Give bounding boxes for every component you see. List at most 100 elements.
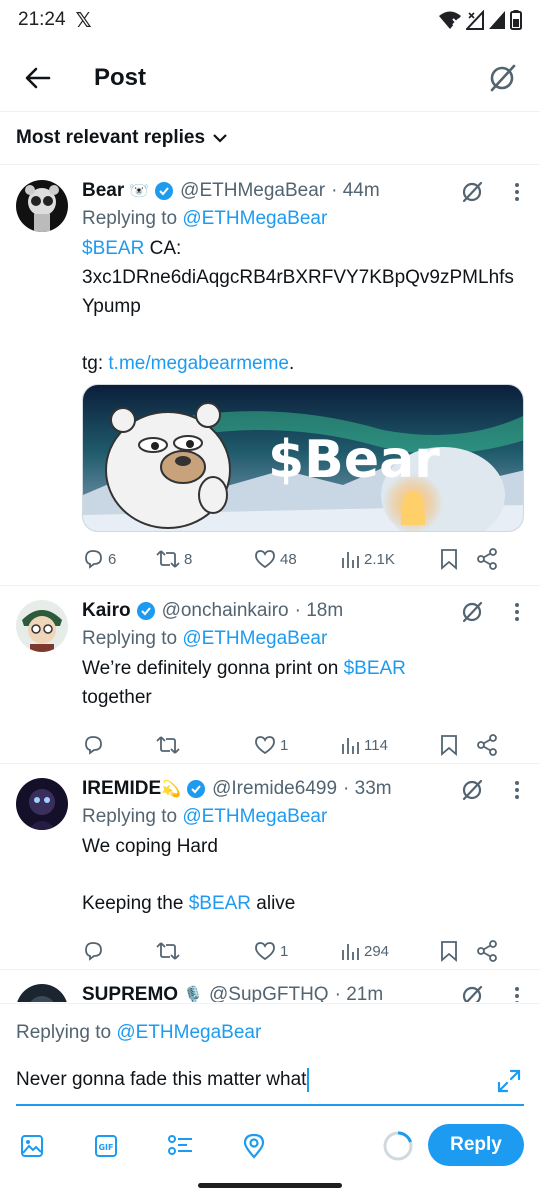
bookmark-button[interactable]	[440, 940, 476, 962]
cashtag-link[interactable]: $BEAR	[189, 893, 251, 914]
tweet-item[interactable]: IREMIDE 💫 @Iremide6499 · 33m Replying to…	[0, 764, 540, 970]
retweet-button[interactable]	[156, 940, 254, 962]
expand-button[interactable]	[496, 1068, 522, 1099]
share-icon	[477, 548, 497, 570]
analytics-icon	[342, 738, 359, 754]
more-options-icon[interactable]	[514, 780, 520, 800]
gif-button[interactable]: GIF	[88, 1128, 124, 1164]
replying-to-link[interactable]: @ETHMegaBear	[182, 628, 327, 649]
signal-x-icon	[466, 10, 484, 30]
verified-badge-icon	[154, 181, 174, 201]
tweet-time: · 33m	[343, 778, 392, 799]
home-indicator[interactable]	[198, 1183, 342, 1188]
location-icon	[243, 1133, 265, 1159]
author-name[interactable]: Kairo	[82, 600, 131, 622]
retweet-button[interactable]: 8	[156, 548, 254, 570]
reply-icon	[85, 942, 102, 961]
reply-submit-button[interactable]: Reply	[428, 1124, 524, 1166]
more-options-icon[interactable]	[514, 602, 520, 622]
reply-button[interactable]	[82, 734, 156, 756]
share-button[interactable]	[476, 734, 498, 756]
reply-input[interactable]: Never gonna fade this matter what	[16, 1068, 486, 1092]
reply-icon	[85, 736, 102, 755]
reply-button[interactable]: 6	[82, 548, 156, 570]
like-button[interactable]: 1	[254, 941, 340, 961]
tweet-item[interactable]: Kairo @onchainkairo · 18m Replying to @E…	[0, 586, 540, 764]
views-button[interactable]: 114	[340, 735, 440, 755]
tweet-head-actions	[460, 600, 520, 624]
x-logo-icon: 𝕏	[75, 9, 92, 32]
retweet-button[interactable]	[156, 734, 254, 756]
replying-to: Replying to @ETHMegaBear	[82, 628, 328, 649]
status-time: 21:24	[18, 9, 66, 30]
character-count-ring	[383, 1131, 413, 1161]
grok-icon	[490, 64, 516, 91]
tweet-text: $BEAR CA: 3xc1DRne6diAqgcRB4rBXRFVY7KBpQ…	[82, 238, 514, 374]
image-button[interactable]	[14, 1128, 50, 1164]
replying-to-link[interactable]: @ETHMegaBear	[182, 806, 327, 827]
share-button[interactable]	[476, 940, 498, 962]
poll-button[interactable]	[162, 1128, 198, 1164]
reply-feed: Bear 🐻‍❄️ @ETHMegaBear · 44m Replying to…	[0, 166, 540, 1002]
like-button[interactable]: 48	[254, 549, 340, 569]
views-button[interactable]: 2.1K	[340, 549, 440, 569]
composer-replying-link[interactable]: @ETHMegaBear	[116, 1022, 261, 1043]
grok-icon[interactable]	[460, 180, 484, 204]
tweet-text: We’re definitely gonna print on $BEAR to…	[82, 658, 406, 708]
tg-link[interactable]: t.me/megabearmeme	[108, 353, 289, 374]
heart-icon	[255, 550, 275, 569]
author-name[interactable]: SUPREMO	[82, 984, 178, 1002]
share-button[interactable]	[476, 548, 498, 570]
avatar[interactable]	[16, 778, 68, 830]
tweet-item[interactable]: Bear 🐻‍❄️ @ETHMegaBear · 44m Replying to…	[0, 166, 540, 586]
svg-text:GIF: GIF	[98, 1143, 113, 1152]
cashtag-link[interactable]: $BEAR	[82, 238, 144, 259]
battery-icon	[510, 10, 522, 30]
bookmark-icon	[441, 735, 457, 756]
retweet-icon	[156, 550, 180, 568]
author-handle[interactable]: @Iremide6499	[212, 778, 337, 800]
grok-icon[interactable]	[460, 600, 484, 624]
grok-icon[interactable]	[460, 778, 484, 802]
reply-button[interactable]	[82, 940, 156, 962]
media-text: $Bear	[268, 430, 440, 490]
poll-icon	[168, 1135, 192, 1155]
bookmark-button[interactable]	[440, 548, 476, 570]
avatar[interactable]	[16, 180, 68, 232]
tweet-time: · 18m	[294, 600, 344, 621]
arrow-left-icon	[25, 67, 51, 88]
avatar[interactable]	[16, 984, 68, 1002]
top-bar: Post	[0, 44, 540, 112]
tweet-time: · 21m	[334, 984, 384, 1002]
avatar[interactable]	[16, 600, 68, 652]
composer-toolbar: GIF Reply	[0, 1122, 540, 1170]
more-options-icon[interactable]	[514, 986, 520, 1002]
retweet-icon	[156, 942, 180, 960]
verified-badge-icon	[186, 779, 206, 799]
sort-dropdown[interactable]: Most relevant replies	[0, 112, 540, 165]
wifi-x-icon	[439, 11, 461, 29]
grok-icon[interactable]	[460, 984, 484, 1002]
cashtag-link[interactable]: $BEAR	[344, 658, 406, 679]
tweet-media-image[interactable]: $Bear	[82, 384, 524, 532]
author-handle[interactable]: @SupGFTHQ	[209, 984, 329, 1002]
author-handle[interactable]: @onchainkairo	[162, 600, 289, 622]
views-button[interactable]: 294	[340, 941, 440, 961]
author-handle[interactable]: @ETHMegaBear	[180, 180, 325, 202]
verified-badge-icon	[136, 601, 156, 621]
more-options-icon[interactable]	[514, 182, 520, 202]
author-name[interactable]: Bear	[82, 180, 124, 202]
bookmark-button[interactable]	[440, 734, 476, 756]
replying-to-link[interactable]: @ETHMegaBear	[182, 208, 327, 229]
heart-icon	[255, 736, 275, 755]
location-button[interactable]	[236, 1128, 272, 1164]
grok-button[interactable]	[480, 56, 524, 100]
back-button[interactable]	[16, 56, 60, 100]
analytics-icon	[342, 552, 359, 568]
tweet-text: We coping Hard Keeping the $BEAR alive	[82, 836, 296, 914]
replying-to: Replying to @ETHMegaBear	[82, 806, 328, 827]
author-name[interactable]: IREMIDE	[82, 778, 161, 800]
bookmark-icon	[441, 941, 457, 962]
like-button[interactable]: 1	[254, 735, 340, 755]
tweet-item[interactable]: SUPREMO 🎙️ @SupGFTHQ · 21m	[0, 970, 540, 1002]
